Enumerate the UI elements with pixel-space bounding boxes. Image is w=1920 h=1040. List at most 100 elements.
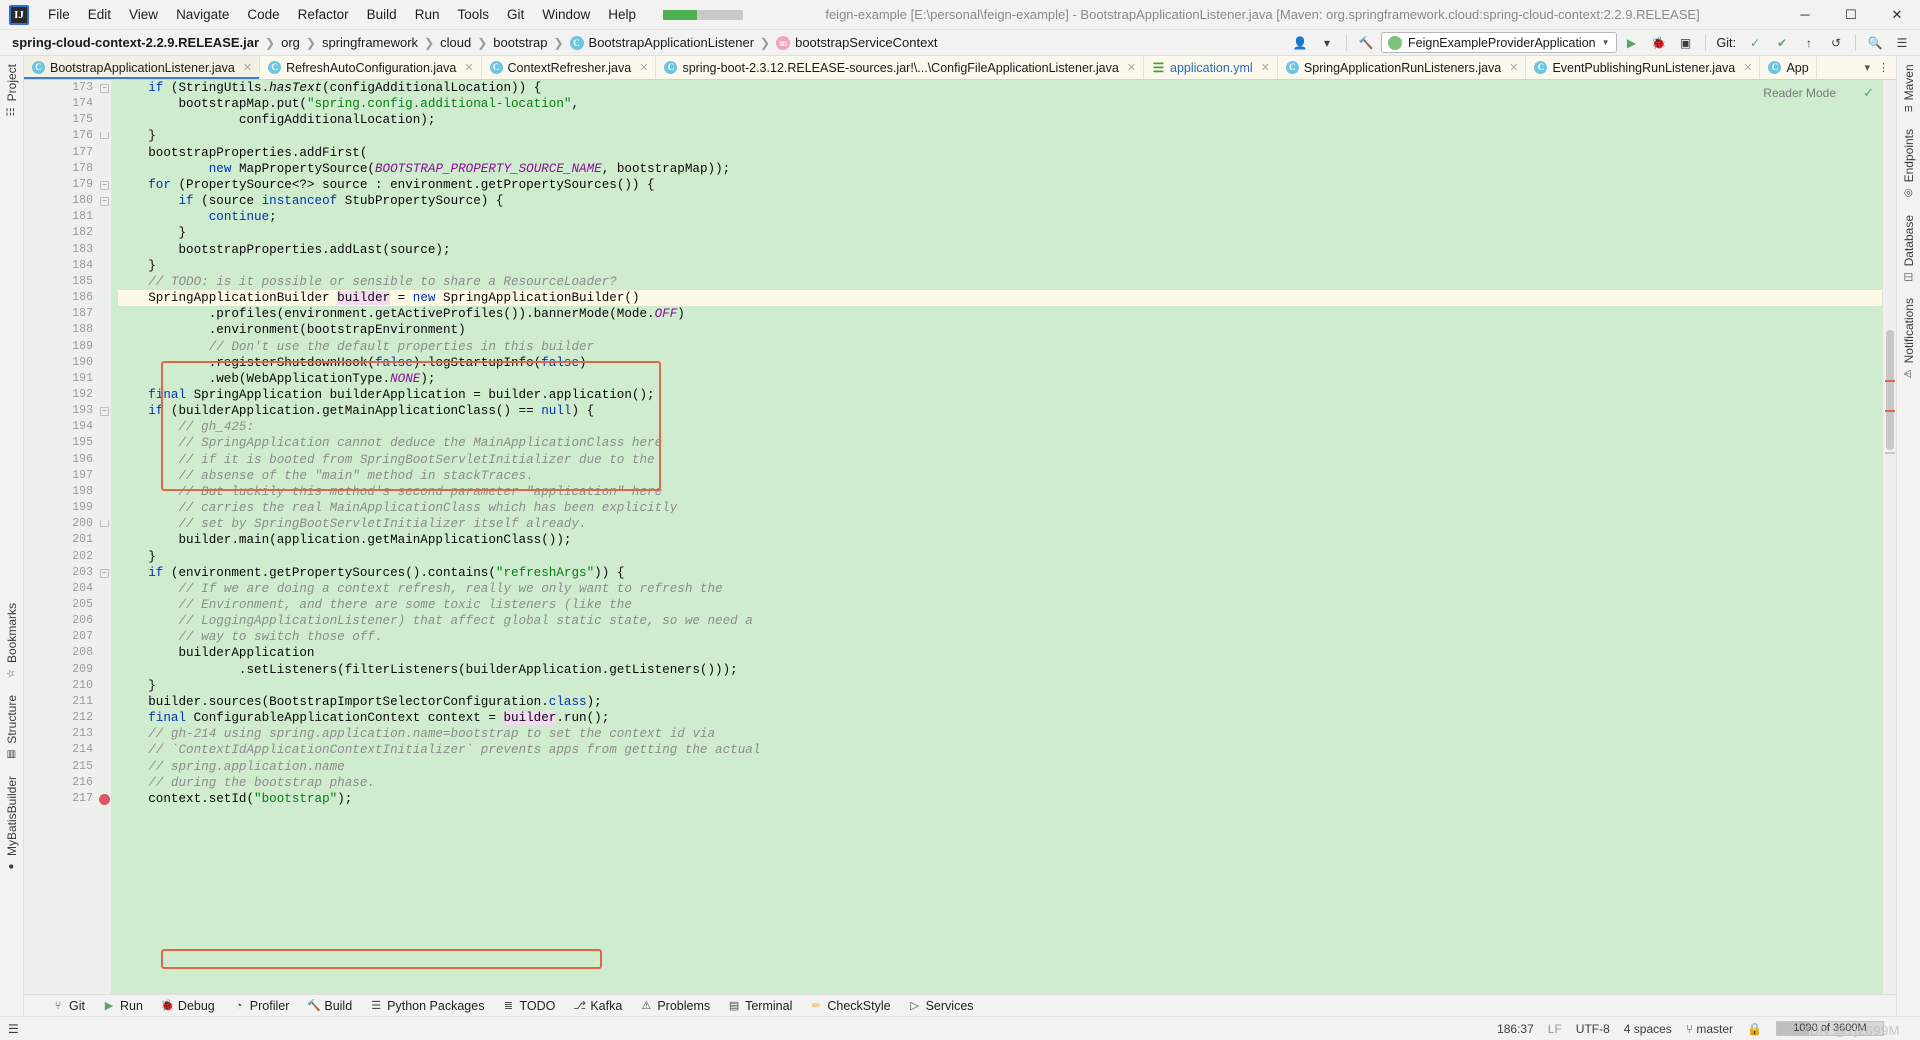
chevron-down-icon[interactable]: ▾ bbox=[1861, 61, 1873, 74]
file-encoding[interactable]: UTF-8 bbox=[1576, 1022, 1610, 1036]
gutter-line-number[interactable]: 196 bbox=[24, 452, 111, 468]
close-icon[interactable]: ✕ bbox=[243, 61, 252, 74]
code-line[interactable]: continue; bbox=[118, 209, 1882, 225]
code-line[interactable]: // If we are doing a context refresh, re… bbox=[118, 581, 1882, 597]
change-marker[interactable] bbox=[1885, 452, 1895, 454]
code-line[interactable]: // if it is booted from SpringBootServle… bbox=[118, 452, 1882, 468]
resize-grip[interactable] bbox=[1898, 1022, 1912, 1036]
tab-refreshautoconfiguration[interactable]: C RefreshAutoConfiguration.java ✕ bbox=[260, 56, 482, 79]
indent-setting[interactable]: 4 spaces bbox=[1624, 1022, 1672, 1036]
code-line[interactable]: // gh_425: bbox=[118, 419, 1882, 435]
editor-gutter[interactable]: 173−174 175 176 177 178 179−180−181 182 183 184 1… bbox=[24, 80, 112, 994]
close-icon[interactable]: ✕ bbox=[1261, 61, 1270, 74]
gutter-line-number[interactable]: 217 bbox=[24, 791, 111, 807]
gutter-line-number[interactable]: 202 bbox=[24, 549, 111, 565]
code-line[interactable]: // set by SpringBootServletInitializer i… bbox=[118, 516, 1882, 532]
code-line[interactable]: // Environment, and there are some toxic… bbox=[118, 597, 1882, 613]
code-line[interactable]: // carries the real MainApplicationClass… bbox=[118, 500, 1882, 516]
gutter-line-number[interactable]: 208 bbox=[24, 645, 111, 661]
menu-item-git[interactable]: Git bbox=[498, 3, 533, 26]
code-line[interactable]: .registerShutdownHook(false).logStartupI… bbox=[118, 355, 1882, 371]
gutter-line-number[interactable]: 203− bbox=[24, 565, 111, 581]
breadcrumb-item-org[interactable]: org bbox=[277, 33, 304, 52]
breadcrumb-item-jar[interactable]: spring-cloud-context-2.2.9.RELEASE.jar bbox=[8, 33, 263, 52]
fold-collapse-icon[interactable]: − bbox=[100, 180, 109, 190]
breadcrumb-item-bootstrap[interactable]: bootstrap bbox=[489, 33, 551, 52]
bottom-tab-build[interactable]: 🔨 Build bbox=[299, 997, 360, 1015]
git-branch-widget[interactable]: ⑂ master bbox=[1686, 1022, 1733, 1036]
gutter-line-number[interactable]: 178 bbox=[24, 161, 111, 177]
sidebar-item-endpoints[interactable]: ◎ Endpoints bbox=[1899, 121, 1919, 206]
bottom-tab-kafka[interactable]: ⎇ Kafka bbox=[565, 997, 630, 1015]
bottom-tab-services[interactable]: ▷ Services bbox=[901, 997, 982, 1015]
gutter-line-number[interactable]: 212 bbox=[24, 710, 111, 726]
bottom-tab-python-packages[interactable]: ☰ Python Packages bbox=[362, 997, 492, 1015]
close-button[interactable]: ✕ bbox=[1874, 0, 1920, 30]
menu-item-code[interactable]: Code bbox=[238, 3, 288, 26]
tabs-menu-icon[interactable]: ⋮ bbox=[1875, 61, 1892, 74]
code-line[interactable]: // during the bootstrap phase. bbox=[118, 775, 1882, 791]
code-line[interactable]: } bbox=[118, 549, 1882, 565]
code-line[interactable]: // LoggingApplicationListener) that affe… bbox=[118, 613, 1882, 629]
code-line[interactable]: final ConfigurableApplicationContext con… bbox=[118, 710, 1882, 726]
menu-item-help[interactable]: Help bbox=[599, 3, 645, 26]
close-icon[interactable]: ✕ bbox=[464, 61, 473, 74]
code-line[interactable]: .web(WebApplicationType.NONE); bbox=[118, 371, 1882, 387]
breadcrumb-item-method[interactable]: m bootstrapServiceContext bbox=[772, 33, 941, 52]
code-line[interactable]: // gh-214 using spring.application.name=… bbox=[118, 726, 1882, 742]
menu-item-view[interactable]: View bbox=[120, 3, 167, 26]
menu-item-run[interactable]: Run bbox=[406, 3, 449, 26]
gutter-line-number[interactable]: 187 bbox=[24, 306, 111, 322]
tab-contextrefresher[interactable]: C ContextRefresher.java ✕ bbox=[481, 56, 657, 79]
gutter-line-number[interactable]: 192 bbox=[24, 387, 111, 403]
git-push-icon[interactable]: ↑ bbox=[1797, 32, 1821, 54]
gutter-line-number[interactable]: 206 bbox=[24, 613, 111, 629]
code-content[interactable]: if (StringUtils.hasText(configAdditional… bbox=[112, 80, 1882, 994]
menu-item-build[interactable]: Build bbox=[358, 3, 406, 26]
tab-bootstrapapplicationlistener[interactable]: C BootstrapApplicationListener.java ✕ bbox=[24, 56, 261, 79]
fold-collapse-icon[interactable]: − bbox=[100, 84, 109, 93]
bottom-tab-run[interactable]: ▶ Run bbox=[95, 997, 151, 1015]
tab-application-yml[interactable]: ☰ application.yml ✕ bbox=[1144, 56, 1278, 79]
gutter-line-number[interactable]: 190 bbox=[24, 355, 111, 371]
search-everywhere-icon[interactable]: 🔍 bbox=[1863, 32, 1887, 54]
menu-item-file[interactable]: File bbox=[39, 3, 79, 26]
bottom-tab-checkstyle[interactable]: ✏ CheckStyle bbox=[802, 997, 898, 1015]
code-line[interactable]: SpringApplicationBuilder builder = new S… bbox=[118, 290, 1882, 307]
code-line[interactable]: } bbox=[118, 128, 1882, 144]
code-line[interactable]: .setListeners(filterListeners(builderApp… bbox=[118, 662, 1882, 678]
bottom-tab-problems[interactable]: ⚠ Problems bbox=[632, 997, 718, 1015]
breadcrumb-item-class[interactable]: C BootstrapApplicationListener bbox=[566, 33, 759, 52]
git-history-icon[interactable]: ↺ bbox=[1824, 32, 1848, 54]
memory-indicator[interactable]: 1090 of 3600M bbox=[1776, 1021, 1884, 1036]
gutter-line-number[interactable]: 211 bbox=[24, 694, 111, 710]
gutter-line-number[interactable]: 176 bbox=[24, 128, 111, 144]
tab-app[interactable]: C App bbox=[1760, 56, 1817, 79]
gutter-line-number[interactable]: 214 bbox=[24, 742, 111, 758]
gutter-line-number[interactable]: 189 bbox=[24, 339, 111, 355]
coverage-button[interactable]: ▣ bbox=[1674, 32, 1698, 54]
close-icon[interactable]: ✕ bbox=[639, 61, 648, 74]
fold-collapse-icon[interactable]: − bbox=[100, 197, 109, 207]
code-line[interactable]: bootstrapMap.put("spring.config.addition… bbox=[118, 96, 1882, 112]
code-line[interactable]: bootstrapProperties.addLast(source); bbox=[118, 242, 1882, 258]
code-line[interactable]: final SpringApplication builderApplicati… bbox=[118, 387, 1882, 403]
menu-item-window[interactable]: Window bbox=[533, 3, 599, 26]
breadcrumb-item-cloud[interactable]: cloud bbox=[436, 33, 475, 52]
inspection-status-icon[interactable]: ✓ bbox=[1863, 85, 1874, 101]
sidebar-item-bookmarks[interactable]: ☆ Bookmarks bbox=[2, 595, 22, 687]
gutter-line-number[interactable]: 182 bbox=[24, 225, 111, 241]
gutter-line-number[interactable]: 174 bbox=[24, 96, 111, 112]
code-line[interactable]: for (PropertySource<?> source : environm… bbox=[118, 177, 1882, 193]
gutter-line-number[interactable]: 184 bbox=[24, 258, 111, 274]
error-marker[interactable] bbox=[1885, 410, 1895, 412]
toggle-tool-windows-icon[interactable]: ☰ bbox=[8, 1022, 19, 1036]
hamburger-menu-icon[interactable]: ☰ bbox=[1890, 32, 1914, 54]
sidebar-item-structure[interactable]: ▤ Structure bbox=[2, 687, 22, 768]
menu-item-tools[interactable]: Tools bbox=[448, 3, 498, 26]
run-configuration-selector[interactable]: FeignExampleProviderApplication ▼ bbox=[1381, 32, 1617, 53]
debug-button[interactable]: 🐞 bbox=[1647, 32, 1671, 54]
gutter-line-number[interactable]: 177 bbox=[24, 145, 111, 161]
code-line[interactable]: // But luckily this method's second para… bbox=[118, 484, 1882, 500]
sidebar-item-database[interactable]: ◫ Database bbox=[1899, 207, 1919, 290]
